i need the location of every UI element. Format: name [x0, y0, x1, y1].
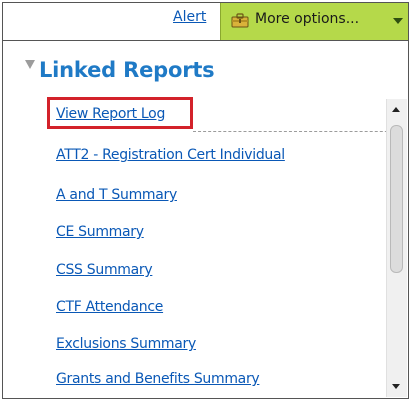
report-link[interactable]: A and T Summary: [56, 187, 177, 203]
dashed-divider: [193, 131, 403, 132]
report-link[interactable]: Grants and Benefits Summary: [56, 371, 260, 387]
report-link[interactable]: CTF Attendance: [56, 299, 163, 315]
top-toolbar: Alert More options...: [3, 3, 408, 41]
toolbox-icon: [231, 13, 249, 28]
report-link[interactable]: CE Summary: [56, 224, 144, 240]
chevron-down-icon[interactable]: [393, 18, 403, 24]
scroll-up-icon[interactable]: [392, 107, 400, 112]
report-link[interactable]: Exclusions Summary: [56, 336, 196, 352]
section-title: Linked Reports: [39, 58, 215, 82]
report-link[interactable]: ATT2 - Registration Cert Individual: [56, 147, 285, 163]
alert-link[interactable]: Alert: [173, 9, 206, 25]
more-options-button[interactable]: More options...: [220, 3, 408, 40]
scroll-thumb[interactable]: [390, 125, 403, 273]
triangle-down-icon[interactable]: [25, 60, 35, 69]
vertical-scrollbar[interactable]: [386, 99, 407, 397]
report-link-view-report-log[interactable]: View Report Log: [56, 106, 165, 122]
more-options-label: More options...: [255, 11, 360, 27]
scroll-down-icon[interactable]: [392, 384, 400, 389]
report-link[interactable]: CSS Summary: [56, 262, 153, 278]
linked-reports-panel: Alert More options... Linked Reports Vie…: [2, 2, 409, 399]
